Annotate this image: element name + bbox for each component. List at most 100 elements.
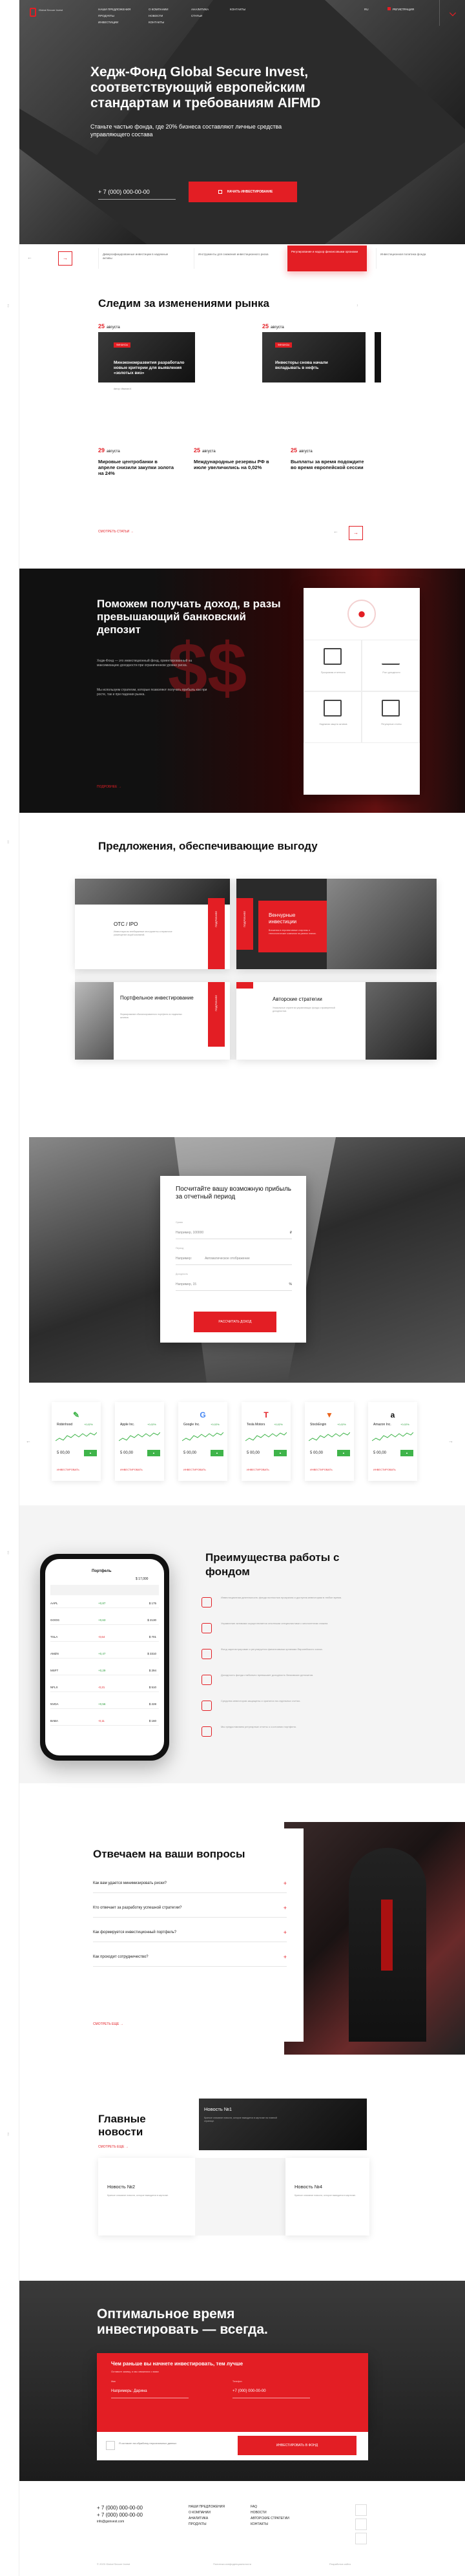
menu-button[interactable] [439, 0, 465, 26]
footer-email[interactable]: info@gsinvest.com [97, 2518, 143, 2526]
footer-link[interactable]: FAQ [251, 2504, 289, 2510]
hero-phone[interactable]: + 7 (000) 000-00-00 [98, 189, 150, 195]
logo-icon[interactable] [30, 8, 36, 17]
stock-card[interactable]: Apple Inc. +0,02% 5 00,00 ▲ ИНВЕСТИРОВАТЬ [115, 1402, 164, 1481]
news-card-small[interactable]: 29 августа Мировые центробанки в апреле с… [98, 447, 182, 492]
phone-input[interactable]: Телефон +7 (000) 000-00-00 [232, 2380, 310, 2398]
offer-card[interactable]: Портфельное инвестирование Формирование … [75, 982, 230, 1060]
offer-more-bar[interactable]: ПОДРОБНЕЕ [236, 898, 253, 950]
advantage-item: Инвестиционная деятельность фонда полнос… [202, 1596, 369, 1615]
portfolio-row[interactable]: AAPL +0,87 $ 175 [50, 1599, 159, 1608]
see-articles-link[interactable]: СМОТРЕТЬ СТАТЬИ → [98, 530, 134, 534]
calculate-button[interactable]: РАССЧИТАТЬ ДОХОД [194, 1312, 276, 1332]
prev-arrow-icon[interactable]: ← [27, 255, 32, 260]
social-icon[interactable] [355, 2533, 367, 2544]
footer-link[interactable]: О КОМПАНИИ [189, 2510, 225, 2516]
prev-arrow-icon[interactable]: ← [333, 529, 338, 534]
footer-link[interactable]: АВТОРСКИЕ СТРАТЕГИИ [251, 2516, 289, 2522]
next-arrow-icon[interactable]: → [448, 1438, 453, 1444]
lang-switch[interactable]: RU [364, 6, 369, 13]
footer-link[interactable]: НАШИ ПРЕДЛОЖЕНИЯ [189, 2504, 225, 2510]
offer-more-bar[interactable]: ПОДРОБНЕЕ [208, 982, 225, 1047]
footer-link[interactable]: НОВОСТИ [251, 2510, 289, 2516]
name-input[interactable]: Имя Напримерь: Дарина [111, 2380, 189, 2398]
footer-phone[interactable]: + 7 (000) 000-00-00 [97, 2511, 143, 2518]
nav-link[interactable]: КОНТАКТЫ [230, 6, 245, 13]
footer-link[interactable]: КОНТАКТЫ [251, 2522, 289, 2528]
portfolio-row[interactable]: BABA -0,11 $ 160 [50, 1717, 159, 1726]
news-card-small[interactable]: 25 августа Выплаты за время подождите во … [291, 447, 375, 492]
news-tag: ФИНАНСЫ [275, 342, 293, 348]
sort-icon[interactable]: ↕ [356, 304, 358, 308]
news-card[interactable]: Новость №2 Краткое описание новости, кот… [98, 2158, 195, 2236]
faq-item[interactable]: Как вам удается минимизировать риски? + [93, 1874, 287, 1893]
portfolio-row[interactable]: TSLA -0,64 $ 701 [50, 1633, 159, 1642]
nav-link[interactable]: СТАТЬИ [191, 13, 209, 19]
footer-link[interactable]: ПРОДУКТЫ [189, 2522, 225, 2528]
yield-field[interactable]: Доходность Например, 15% [176, 1273, 292, 1291]
invest-button[interactable]: ИНВЕСТИРОВАТЬ В ФОНД [238, 2436, 356, 2455]
offer-card[interactable]: Авторские стратегии Уникальные стратегии… [236, 982, 437, 1060]
faq-item[interactable]: Кто отвечает за разработку успешной стра… [93, 1898, 287, 1918]
amount-field[interactable]: Сумма Например, 100000 ₽ [176, 1221, 292, 1239]
developer-link[interactable]: Разработка сайта [329, 2561, 351, 2567]
tab-item[interactable]: Диверсифицированные инвестиции в надежны… [98, 248, 182, 269]
start-investing-button[interactable]: НАЧАТЬ ИНВЕСТИРОВАНИЕ [189, 182, 297, 202]
form-subtitle: Оставьте заявку, и мы свяжемся с вами [111, 2370, 159, 2373]
invest-link[interactable]: ИНВЕСТИРОВАТЬ [373, 1468, 396, 1471]
news-card[interactable]: 25 августа ФИНАНСЫ Минэкономразвития разр… [98, 323, 195, 426]
invest-link[interactable]: ИНВЕСТИРОВАТЬ [247, 1468, 269, 1471]
stock-card[interactable]: a Amazon Inc. +0,02% 5 00,00 ▲ ИНВЕСТИРОВАТЬ [368, 1402, 417, 1481]
nav-link[interactable]: ИНВЕСТИЦИИ [98, 19, 130, 26]
register-link[interactable]: РЕГИСТРАЦИЯ [388, 6, 414, 13]
offer-more-bar[interactable] [236, 982, 253, 989]
tab-item[interactable]: Инструменты для снижения инвестиционного… [194, 248, 278, 269]
news-card-dark[interactable]: Новость №1 Краткое описание новости, кот… [199, 2099, 367, 2150]
stock-card[interactable]: T Tesla Motors +0,02% 5 00,00 ▲ ИНВЕСТИРОВАТЬ [242, 1402, 291, 1481]
agree-checkbox[interactable] [106, 2441, 115, 2450]
tab-item[interactable]: Инвестиционная политика фонда [376, 248, 460, 269]
offer-card[interactable]: OTC / IPO Инвестиции во внебиржевые инст… [75, 879, 230, 969]
period-field[interactable]: Период Например: Автоматическое отображени… [176, 1247, 292, 1265]
social-icon[interactable] [355, 2518, 367, 2530]
news-card[interactable]: 25 августа ФИНАНСЫ Инвесторы снова начали… [262, 323, 378, 426]
deposit-more-link[interactable]: ПОДРОБНЕЕ → [97, 785, 121, 789]
stock-card[interactable]: ▼ StockEngin +0,02% 5 00,00 ▲ ИНВЕСТИРОВАТЬ [305, 1402, 354, 1481]
nav-link[interactable]: ПРОДУКТЫ [98, 13, 130, 19]
portfolio-row[interactable]: AMZN +0,47 $ 3310 [50, 1649, 159, 1659]
stock-card[interactable]: G Google Inc. +0,02% 5 00,00 ▲ ИНВЕСТИРОВАТЬ [178, 1402, 227, 1481]
news-card-small[interactable]: 25 августа Международные резервы РФ в июл… [194, 447, 278, 492]
pie-chart-icon [324, 648, 342, 665]
next-arrow-button[interactable]: → [349, 526, 363, 540]
portfolio-row[interactable]: MSFT +0,29 $ 294 [50, 1666, 159, 1675]
social-icon[interactable] [355, 2504, 367, 2516]
nav-link[interactable]: НОВОСТИ [149, 13, 169, 19]
news-more-link[interactable]: СМОТРЕТЬ ЕЩЕ → [98, 2145, 129, 2149]
footer-phone[interactable]: + 7 (000) 000-00-00 [97, 2504, 143, 2511]
nav-link[interactable]: КОНТАКТЫ [149, 19, 169, 26]
privacy-link[interactable]: Политика конфиденциальности [213, 2561, 251, 2567]
faq-item[interactable]: Как формируется инвестиционный портфель?… [93, 1923, 287, 1942]
stock-price: 5 00,00 [120, 1451, 134, 1455]
nav-link[interactable]: О КОМПАНИИ [149, 6, 169, 13]
offer-more-bar[interactable]: ПОДРОБНЕЕ [208, 898, 225, 969]
faq-item[interactable]: Как проходит сотрудничество? + [93, 1947, 287, 1967]
prev-arrow-icon[interactable]: ← [26, 1438, 31, 1444]
portfolio-row[interactable]: NVDA +0,56 $ 228 [50, 1700, 159, 1709]
tab-item-active[interactable]: Регулирование и надзор финансовыми орган… [287, 246, 367, 271]
invest-link[interactable]: ИНВЕСТИРОВАТЬ [183, 1468, 206, 1471]
portfolio-row[interactable]: GOOG +0,63 $ 2130 [50, 1616, 159, 1625]
footer-link[interactable]: АНАЛИТИКА [189, 2516, 225, 2522]
offer-card[interactable]: Венчурные инвестиции Вложения в перспект… [236, 879, 437, 969]
news-card[interactable]: Новость №4 Краткое описание новости, кот… [285, 2158, 369, 2236]
section-title: Главные новости [98, 2113, 146, 2138]
invest-link[interactable]: ИНВЕСТИРОВАТЬ [120, 1468, 143, 1471]
stock-card[interactable]: ✎ Robinhood +0,02% 5 00,00 ▲ ИНВЕСТИРОВАТЬ [52, 1402, 101, 1481]
nav-link[interactable]: АНАЛИТИКА [191, 6, 209, 13]
faq-more-link[interactable]: СМОТРЕТЬ ЕЩЕ → [93, 2022, 123, 2026]
nav-link[interactable]: НАШИ ПРЕДЛОЖЕНИЯ [98, 6, 130, 13]
invest-link[interactable]: ИНВЕСТИРОВАТЬ [310, 1468, 333, 1471]
portfolio-row[interactable]: NFLX -0,21 $ 510 [50, 1683, 159, 1692]
invest-link[interactable]: ИНВЕСТИРОВАТЬ [57, 1468, 79, 1471]
next-arrow-button[interactable]: → [58, 251, 72, 266]
